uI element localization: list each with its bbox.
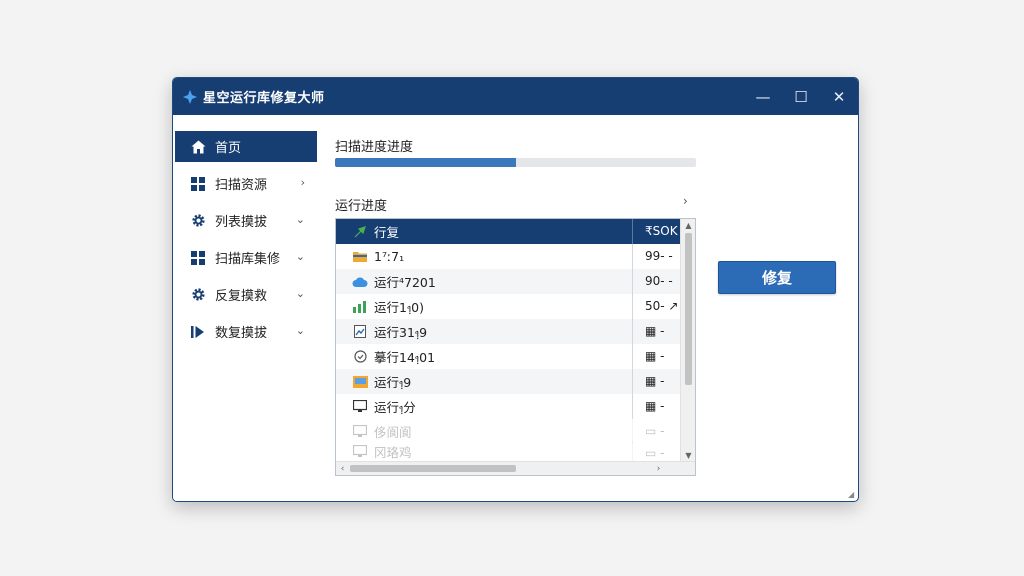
shield-icon: [352, 349, 368, 365]
play-bar-icon: [189, 323, 207, 341]
list-item-name: 运行⁴7201: [374, 275, 436, 290]
horizontal-scroll-thumb[interactable]: [350, 465, 516, 472]
grid-icon: [189, 249, 207, 267]
list-item-value: 99- -: [632, 244, 680, 269]
list-item-name: 冈珞鸡: [374, 444, 412, 460]
bar-chart-icon: [352, 299, 368, 315]
list-item-name: 侈阆阆: [374, 425, 412, 440]
repair-button[interactable]: 修复: [718, 261, 836, 294]
scroll-left-icon[interactable]: ‹: [336, 462, 349, 475]
sidebar-item-data[interactable]: 数复摸拔 ⌄: [175, 316, 317, 347]
run-list[interactable]: 行复 ₹SOK 1⁷ː7₁ 99- - 运行⁴7201 90- - 运行1᥄0)…: [335, 218, 696, 476]
sidebar-item-recover[interactable]: 反复摸救 ⌄: [175, 279, 317, 310]
list-item-value: ▦ -: [632, 344, 680, 369]
list-item-value: ▭ -: [632, 441, 680, 461]
folder-icon: [352, 249, 368, 265]
sidebar: 首页 扫描资源 › 列表摸拔 ⌄ 扫描库集修 ⌄ 反复摸救 ⌄ 数复摸拔 ⌄: [173, 115, 319, 501]
sidebar-item-label: 扫描库集修: [215, 252, 281, 267]
chevron-right-icon: ›: [300, 176, 305, 189]
chevron-down-icon: ⌄: [295, 250, 305, 263]
list-item-name: 运行᥄9: [374, 375, 412, 390]
list-item[interactable]: 冈珞鸡 ▭ -: [336, 441, 680, 461]
list-item-name: 运行31᥄9: [374, 325, 428, 340]
list-item[interactable]: 运行᥄分 ▦ -: [336, 394, 680, 419]
vertical-scroll-thumb[interactable]: [685, 233, 692, 385]
list-item[interactable]: 行复 ₹SOK: [336, 219, 680, 244]
monitor-icon: [352, 443, 368, 459]
close-button[interactable]: ✕: [820, 78, 858, 115]
chevron-down-icon: ⌄: [295, 213, 305, 226]
title-bar[interactable]: 星空运行库修复大师 — ☐ ✕: [173, 78, 858, 115]
home-icon: [189, 138, 207, 156]
list-item-name: 1⁷ː7₁: [374, 249, 405, 264]
chevron-down-icon: ⌄: [295, 324, 305, 337]
folder-open-icon: [352, 374, 368, 390]
run-progress-label: 运行进度: [335, 199, 388, 214]
horizontal-scrollbar[interactable]: ‹ ›: [336, 461, 695, 475]
list-item[interactable]: 运行⁴7201 90- -: [336, 269, 680, 294]
app-window: 星空运行库修复大师 — ☐ ✕ 首页 扫描资源 › 列表摸拔 ⌄ 扫描库集修 ⌄…: [172, 77, 859, 502]
list-item-value: 50- ↗: [632, 294, 680, 319]
sidebar-item-label: 数复摸拔: [215, 326, 268, 341]
scan-progress-bar: [335, 158, 696, 167]
list-item-name: 运行᥄分: [374, 400, 416, 415]
sidebar-item-label: 反复摸救: [215, 289, 268, 304]
maximize-button[interactable]: ☐: [782, 78, 820, 115]
list-item[interactable]: 运行31᥄9 ▦ -: [336, 319, 680, 344]
chevron-right-icon[interactable]: ›: [683, 194, 688, 208]
scan-progress-label: 扫描进度进度: [335, 140, 414, 155]
image-file-icon: [352, 324, 368, 340]
list-item[interactable]: 运行1᥄0) 50- ↗: [336, 294, 680, 319]
monitor-icon: [352, 424, 368, 440]
list-item-value: ▦ -: [632, 394, 680, 419]
sidebar-item-home[interactable]: 首页: [175, 131, 317, 162]
list-item[interactable]: 运行᥄9 ▦ -: [336, 369, 680, 394]
gear-icon: [189, 212, 207, 230]
chevron-down-icon: ⌄: [295, 287, 305, 300]
list-item-name: 行复: [374, 225, 400, 240]
resize-grip-icon[interactable]: ◢: [848, 491, 856, 499]
list-item-name: 运行1᥄0): [374, 300, 424, 315]
list-item[interactable]: 摹行14᥄01 ▦ -: [336, 344, 680, 369]
sidebar-item-scan-library[interactable]: 扫描库集修 ⌄: [175, 242, 317, 273]
sidebar-item-list[interactable]: 列表摸拔 ⌄: [175, 205, 317, 236]
minimize-button[interactable]: —: [744, 78, 782, 115]
scroll-up-icon[interactable]: ▲: [681, 219, 695, 232]
list-item-value: 90- -: [632, 269, 680, 294]
gear-icon: [189, 286, 207, 304]
sidebar-item-label: 列表摸拔: [215, 215, 268, 230]
monitor-icon: [352, 399, 368, 415]
window-title: 星空运行库修复大师: [203, 91, 325, 106]
list-item[interactable]: 1⁷ː7₁ 99- -: [336, 244, 680, 269]
arrow-up-icon: [352, 224, 368, 240]
scroll-right-icon[interactable]: ›: [652, 462, 665, 475]
list-item-value: ₹SOK: [632, 219, 680, 244]
list-item-name: 摹行14᥄01: [374, 350, 436, 365]
list-item-value: ▦ -: [632, 319, 680, 344]
cloud-icon: [352, 274, 368, 290]
list-item-value: ▦ -: [632, 369, 680, 394]
app-logo-icon: [181, 88, 199, 106]
scan-progress-fill: [335, 158, 516, 167]
sidebar-item-label: 扫描资源: [215, 178, 268, 193]
sidebar-item-scan-resources[interactable]: 扫描资源 ›: [175, 168, 317, 199]
window-controls: — ☐ ✕: [744, 78, 858, 115]
sidebar-item-label: 首页: [215, 141, 242, 156]
vertical-scrollbar[interactable]: ▲ ▼: [680, 219, 695, 462]
grid-icon: [189, 175, 207, 193]
